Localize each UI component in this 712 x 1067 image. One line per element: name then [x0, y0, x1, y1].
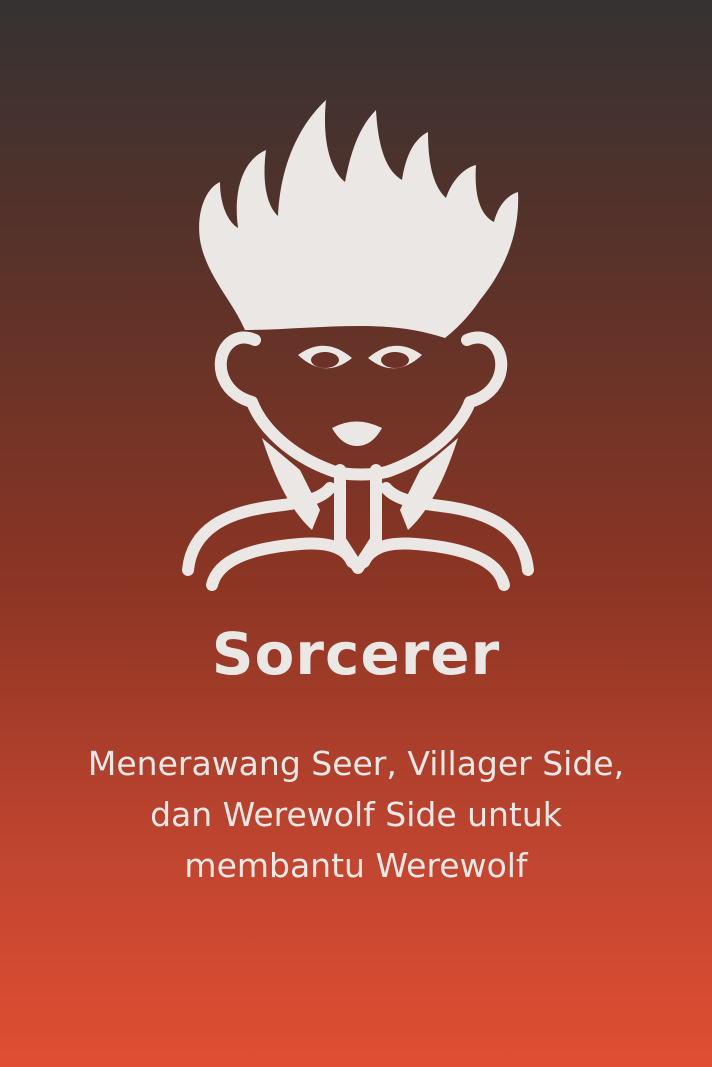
role-card: Sorcerer Menerawang Seer, Villager Side,… — [0, 0, 712, 1067]
sorcerer-character-icon — [182, 100, 534, 591]
role-description: Menerawang Seer, Villager Side, dan Were… — [87, 744, 625, 885]
role-name: Sorcerer — [211, 620, 501, 688]
